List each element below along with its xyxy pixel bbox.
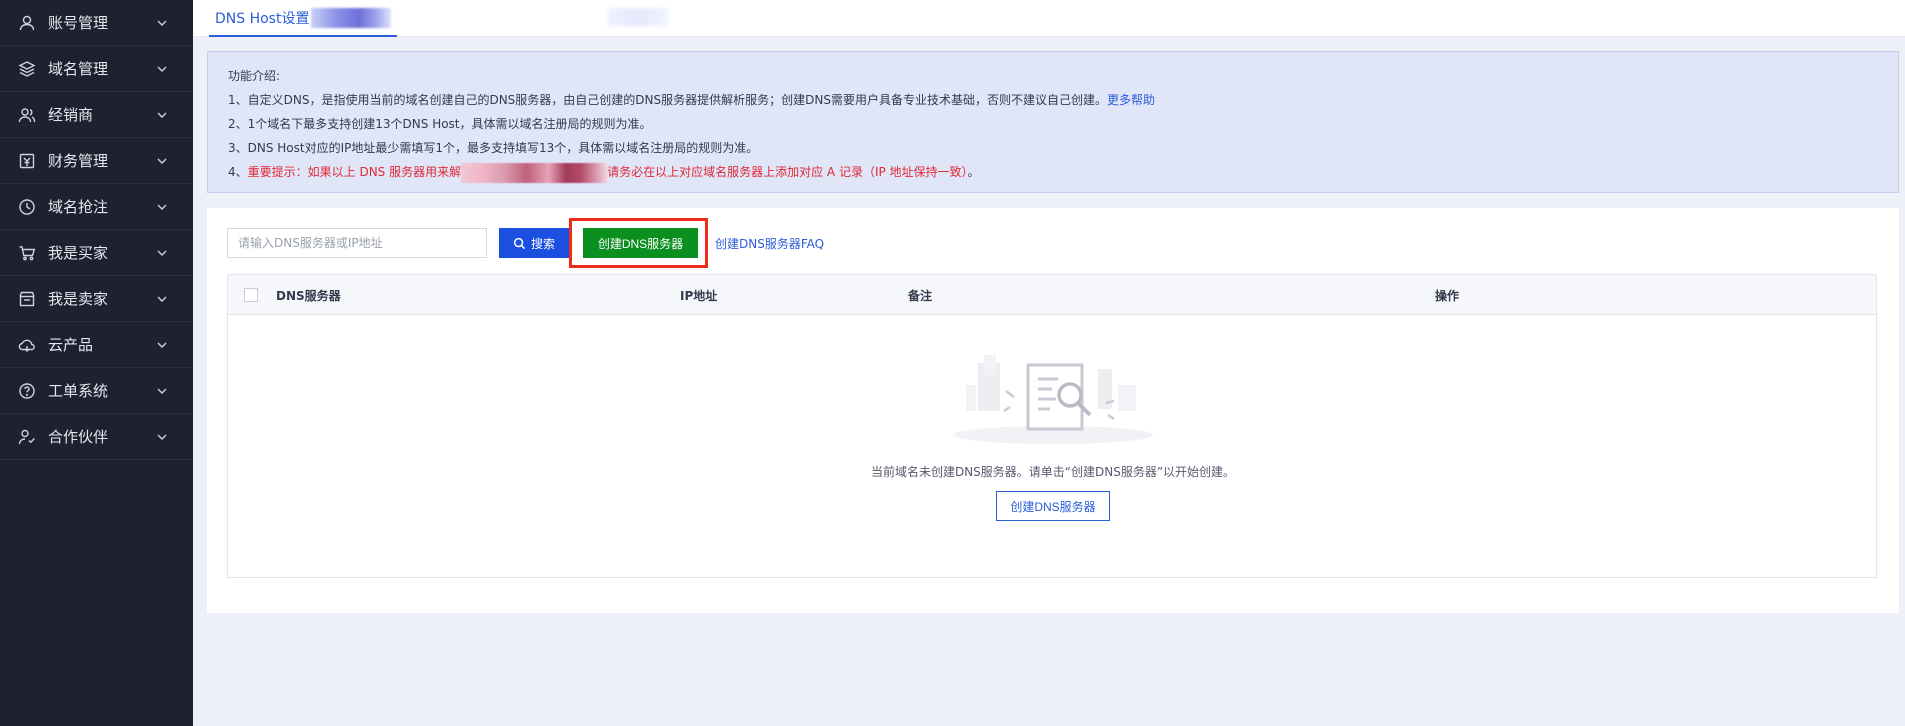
sidebar: 账号管理 域名管理 经销商 财务管理 域名抢注 我是买家 我是卖家 云产品 工单… [0,0,193,726]
redacted-domain [311,7,392,28]
layers-icon [18,60,36,78]
sidebar-item-label: 合作伙伴 [48,428,109,446]
notice-line-2: 2、1个域名下最多支持创建13个DNS Host，具体需以域名注册局的规则为准。 [228,117,652,131]
chevron-down-icon [157,342,167,348]
sidebar-item-buyer[interactable]: 我是买家 [0,230,193,276]
notice-title: 功能介绍: [228,69,281,83]
chevron-down-icon [157,112,167,118]
sidebar-item-cloud[interactable]: 云产品 [0,322,193,368]
notice-line-1: 1、自定义DNS，是指使用当前的域名创建自己的DNS服务器，由自己创建的DNS服… [228,88,1878,112]
sidebar-item-label: 我是买家 [48,244,109,262]
sidebar-item-label: 域名抢注 [48,198,109,216]
dns-server-table: DNS服务器 IP地址 备注 操作 当前域名未创建DNS服务器。请单击“创建DN… [227,274,1877,578]
chevron-down-icon [157,204,167,210]
sidebar-item-ticket[interactable]: 工单系统 [0,368,193,414]
sidebar-item-label: 云产品 [48,336,94,354]
sidebar-item-domain-snap[interactable]: 域名抢注 [0,184,193,230]
column-header-remark: 备注 [908,289,933,303]
sidebar-item-label: 账号管理 [48,14,109,32]
finance-icon [18,152,36,170]
notice-line-1-text: 1、自定义DNS，是指使用当前的域名创建自己的DNS服务器，由自己创建的DNS服… [228,93,1107,107]
chevron-down-icon [157,66,167,72]
sidebar-item-label: 域名管理 [48,60,109,78]
tab-bar: DNS Host设置 [193,0,1905,37]
main-content: DNS Host设置 功能介绍: 1、自定义DNS，是指使用当前的域名创建自己的… [193,0,1905,726]
tab-dns-host-settings[interactable]: DNS Host设置 [209,0,398,37]
feature-notice: 功能介绍: 1、自定义DNS，是指使用当前的域名创建自己的DNS服务器，由自己创… [207,51,1899,193]
notice-line-4: 4、重要提示：如果以上 DNS 服务器用来解 请务必在以上对应域名服务器上添加对应… [228,160,1878,184]
column-header-dns-server: DNS服务器 [276,289,341,303]
sidebar-item-domain[interactable]: 域名管理 [0,46,193,92]
chevron-down-icon [157,434,167,440]
notice-line-3: 3、DNS Host对应的IP地址最少需填写1个，最多支持填写13个，具体需以域… [228,141,759,155]
column-header-actions: 操作 [1435,289,1460,303]
more-help-link[interactable]: 更多帮助 [1107,93,1155,107]
sidebar-item-label: 工单系统 [48,382,109,400]
sidebar-item-partner[interactable]: 合作伙伴 [0,414,193,460]
search-button[interactable]: 搜索 [499,228,569,258]
empty-state-text: 当前域名未创建DNS服务器。请单击“创建DNS服务器”以开始创建。 [870,465,1236,479]
table-header: DNS服务器 IP地址 备注 操作 [228,275,1876,315]
sidebar-item-label: 经销商 [48,106,94,124]
empty-state-illustration [953,355,1153,444]
important-warning-a: 重要提示：如果以上 DNS 服务器用来解 [247,165,462,179]
dns-server-panel: 搜索 创建DNS服务器 创建DNS服务器FAQ DNS服务器 IP地址 备注 操… [207,208,1899,613]
search-icon [513,237,526,249]
important-warning-b: 请务必在以上对应域名服务器上添加对应 A 记录（IP 地址保持一致） [607,165,968,179]
search-button-label: 搜索 [530,236,555,251]
empty-state-create-button[interactable]: 创建DNS服务器 [996,491,1110,521]
chevron-down-icon [157,20,167,26]
cart-icon [18,244,36,262]
chevron-down-icon [157,158,167,164]
sidebar-item-seller[interactable]: 我是卖家 [0,276,193,322]
chevron-down-icon [157,250,167,256]
sidebar-item-finance[interactable]: 财务管理 [0,138,193,184]
notice-line-4-suffix: 。 [967,165,980,179]
sidebar-item-reseller[interactable]: 经销商 [0,92,193,138]
partner-icon [18,428,36,446]
column-header-ip: IP地址 [680,289,718,303]
cloud-icon [18,336,36,354]
redacted-area [608,8,668,26]
help-icon [18,382,36,400]
users-icon [18,106,36,124]
redacted-text [461,162,608,183]
notice-line-4-prefix: 4、 [228,165,248,179]
tab-label: DNS Host设置 [215,10,310,27]
chevron-down-icon [157,388,167,394]
clock-icon [18,198,36,216]
create-dns-faq-link[interactable]: 创建DNS服务器FAQ [715,235,824,252]
sidebar-item-label: 我是卖家 [48,290,109,308]
chevron-down-icon [157,296,167,302]
user-icon [18,14,36,32]
store-icon [18,290,36,308]
create-dns-server-button[interactable]: 创建DNS服务器 [583,228,698,258]
sidebar-item-label: 财务管理 [48,152,109,170]
select-all-checkbox[interactable] [244,288,258,302]
sidebar-item-account[interactable]: 账号管理 [0,0,193,46]
search-input[interactable] [227,228,487,258]
